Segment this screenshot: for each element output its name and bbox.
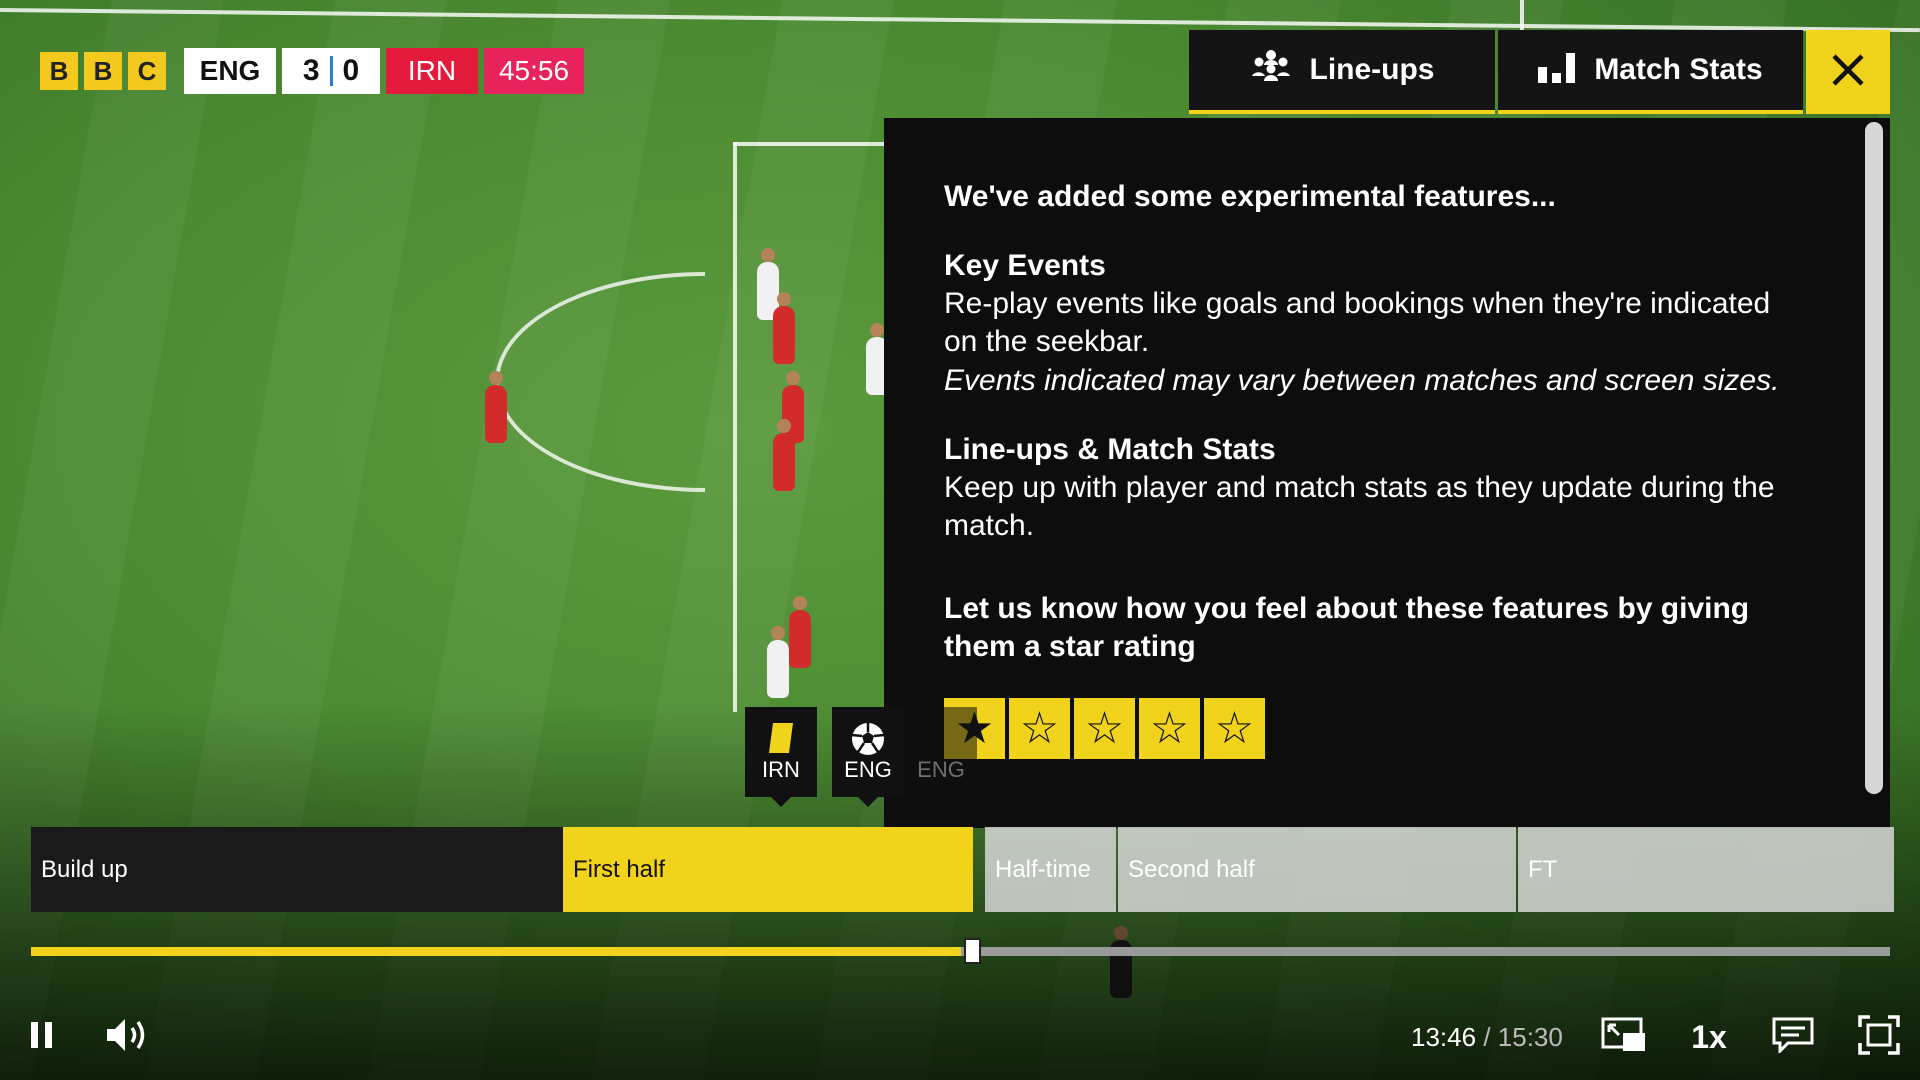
current-time: 13:46 xyxy=(1411,1022,1477,1052)
seek-progress xyxy=(31,947,961,956)
yellow-card-icon xyxy=(767,721,795,761)
star-2-button[interactable]: ☆ xyxy=(1009,698,1070,759)
football-icon xyxy=(850,721,886,763)
people-icon xyxy=(1250,49,1292,91)
star-outline-icon: ☆ xyxy=(1149,703,1190,753)
segment-first-half[interactable]: First half xyxy=(563,827,973,912)
star-outline-icon: ☆ xyxy=(1214,703,1255,753)
key-events-note: Events indicated may vary between matche… xyxy=(944,364,1780,397)
time-separator: / xyxy=(1483,1022,1491,1052)
star-outline-icon: ☆ xyxy=(1084,703,1125,753)
tab-match-stats[interactable]: Match Stats xyxy=(1498,30,1803,114)
lineups-stats-heading: Line-ups & Match Stats xyxy=(944,433,1276,466)
fullscreen-button[interactable] xyxy=(1856,1014,1902,1060)
time-display: 13:46 / 15:30 xyxy=(1411,1022,1563,1053)
rating-prompt: Let us know how you feel about these fea… xyxy=(944,592,1750,663)
logo-letter: B xyxy=(84,52,122,90)
star-outline-icon: ☆ xyxy=(1019,703,1060,753)
score-divider xyxy=(329,56,333,86)
duration: 15:30 xyxy=(1497,1022,1563,1052)
fullscreen-icon xyxy=(1858,1014,1900,1060)
bbc-logo: B B C xyxy=(40,52,166,90)
home-team: ENG xyxy=(184,48,276,94)
segment-build-up[interactable]: Build up xyxy=(31,827,563,912)
logo-letter: B xyxy=(40,52,78,90)
seek-bar[interactable] xyxy=(31,947,1890,956)
tab-lineups-label: Line-ups xyxy=(1309,53,1435,86)
segment-ft[interactable]: FT xyxy=(1518,827,1894,912)
star-3-button[interactable]: ☆ xyxy=(1074,698,1135,759)
tab-lineups[interactable]: Line-ups xyxy=(1189,30,1495,114)
close-button[interactable] xyxy=(1806,30,1890,114)
key-events-heading: Key Events xyxy=(944,249,1106,282)
subtitles-icon xyxy=(1772,1017,1814,1058)
playback-speed-button[interactable]: 1x xyxy=(1686,1015,1732,1059)
event-marker-goal[interactable]: ENG xyxy=(905,707,977,797)
lineups-stats-body: Keep up with player and match stats as t… xyxy=(944,471,1775,542)
star-rating: ★ ☆ ☆ ☆ ☆ xyxy=(944,698,1265,759)
away-score: 0 xyxy=(342,54,360,87)
star-4-button[interactable]: ☆ xyxy=(1139,698,1200,759)
panel-intro: We've added some experimental features..… xyxy=(944,180,1556,213)
segment-second-half[interactable]: Second half xyxy=(1118,827,1516,912)
key-events-body: Re-play events like goals and bookings w… xyxy=(944,287,1771,358)
match-clock: 45:56 xyxy=(484,48,584,94)
seek-handle[interactable] xyxy=(964,938,981,964)
volume-icon xyxy=(105,1015,153,1060)
picture-in-picture-button[interactable] xyxy=(1600,1015,1648,1059)
event-marker-booking[interactable]: IRN xyxy=(745,707,817,807)
close-icon xyxy=(1831,53,1865,92)
pause-icon xyxy=(29,1020,55,1055)
segment-gap xyxy=(973,827,985,912)
pause-button[interactable] xyxy=(22,1015,62,1059)
home-score: 3 xyxy=(302,54,320,87)
logo-letter: C xyxy=(128,52,166,90)
event-marker-goal[interactable]: ENG xyxy=(832,707,904,807)
score: 3 0 xyxy=(282,48,380,94)
star-5-button[interactable]: ☆ xyxy=(1204,698,1265,759)
subtitles-button[interactable] xyxy=(1770,1015,1816,1059)
picture-in-picture-icon xyxy=(1601,1017,1647,1058)
volume-button[interactable] xyxy=(104,1015,154,1059)
segment-half-time[interactable]: Half-time xyxy=(985,827,1116,912)
event-marker-team: ENG xyxy=(917,757,965,782)
match-segments: Build up First half Half-time Second hal… xyxy=(31,827,1896,912)
bar-chart-icon xyxy=(1538,49,1576,91)
tab-match-stats-label: Match Stats xyxy=(1594,53,1763,86)
scoreboard: B B C ENG 3 0 IRN 45:56 xyxy=(40,48,584,94)
away-team: IRN xyxy=(386,48,478,94)
panel-scrollbar[interactable] xyxy=(1865,122,1883,794)
